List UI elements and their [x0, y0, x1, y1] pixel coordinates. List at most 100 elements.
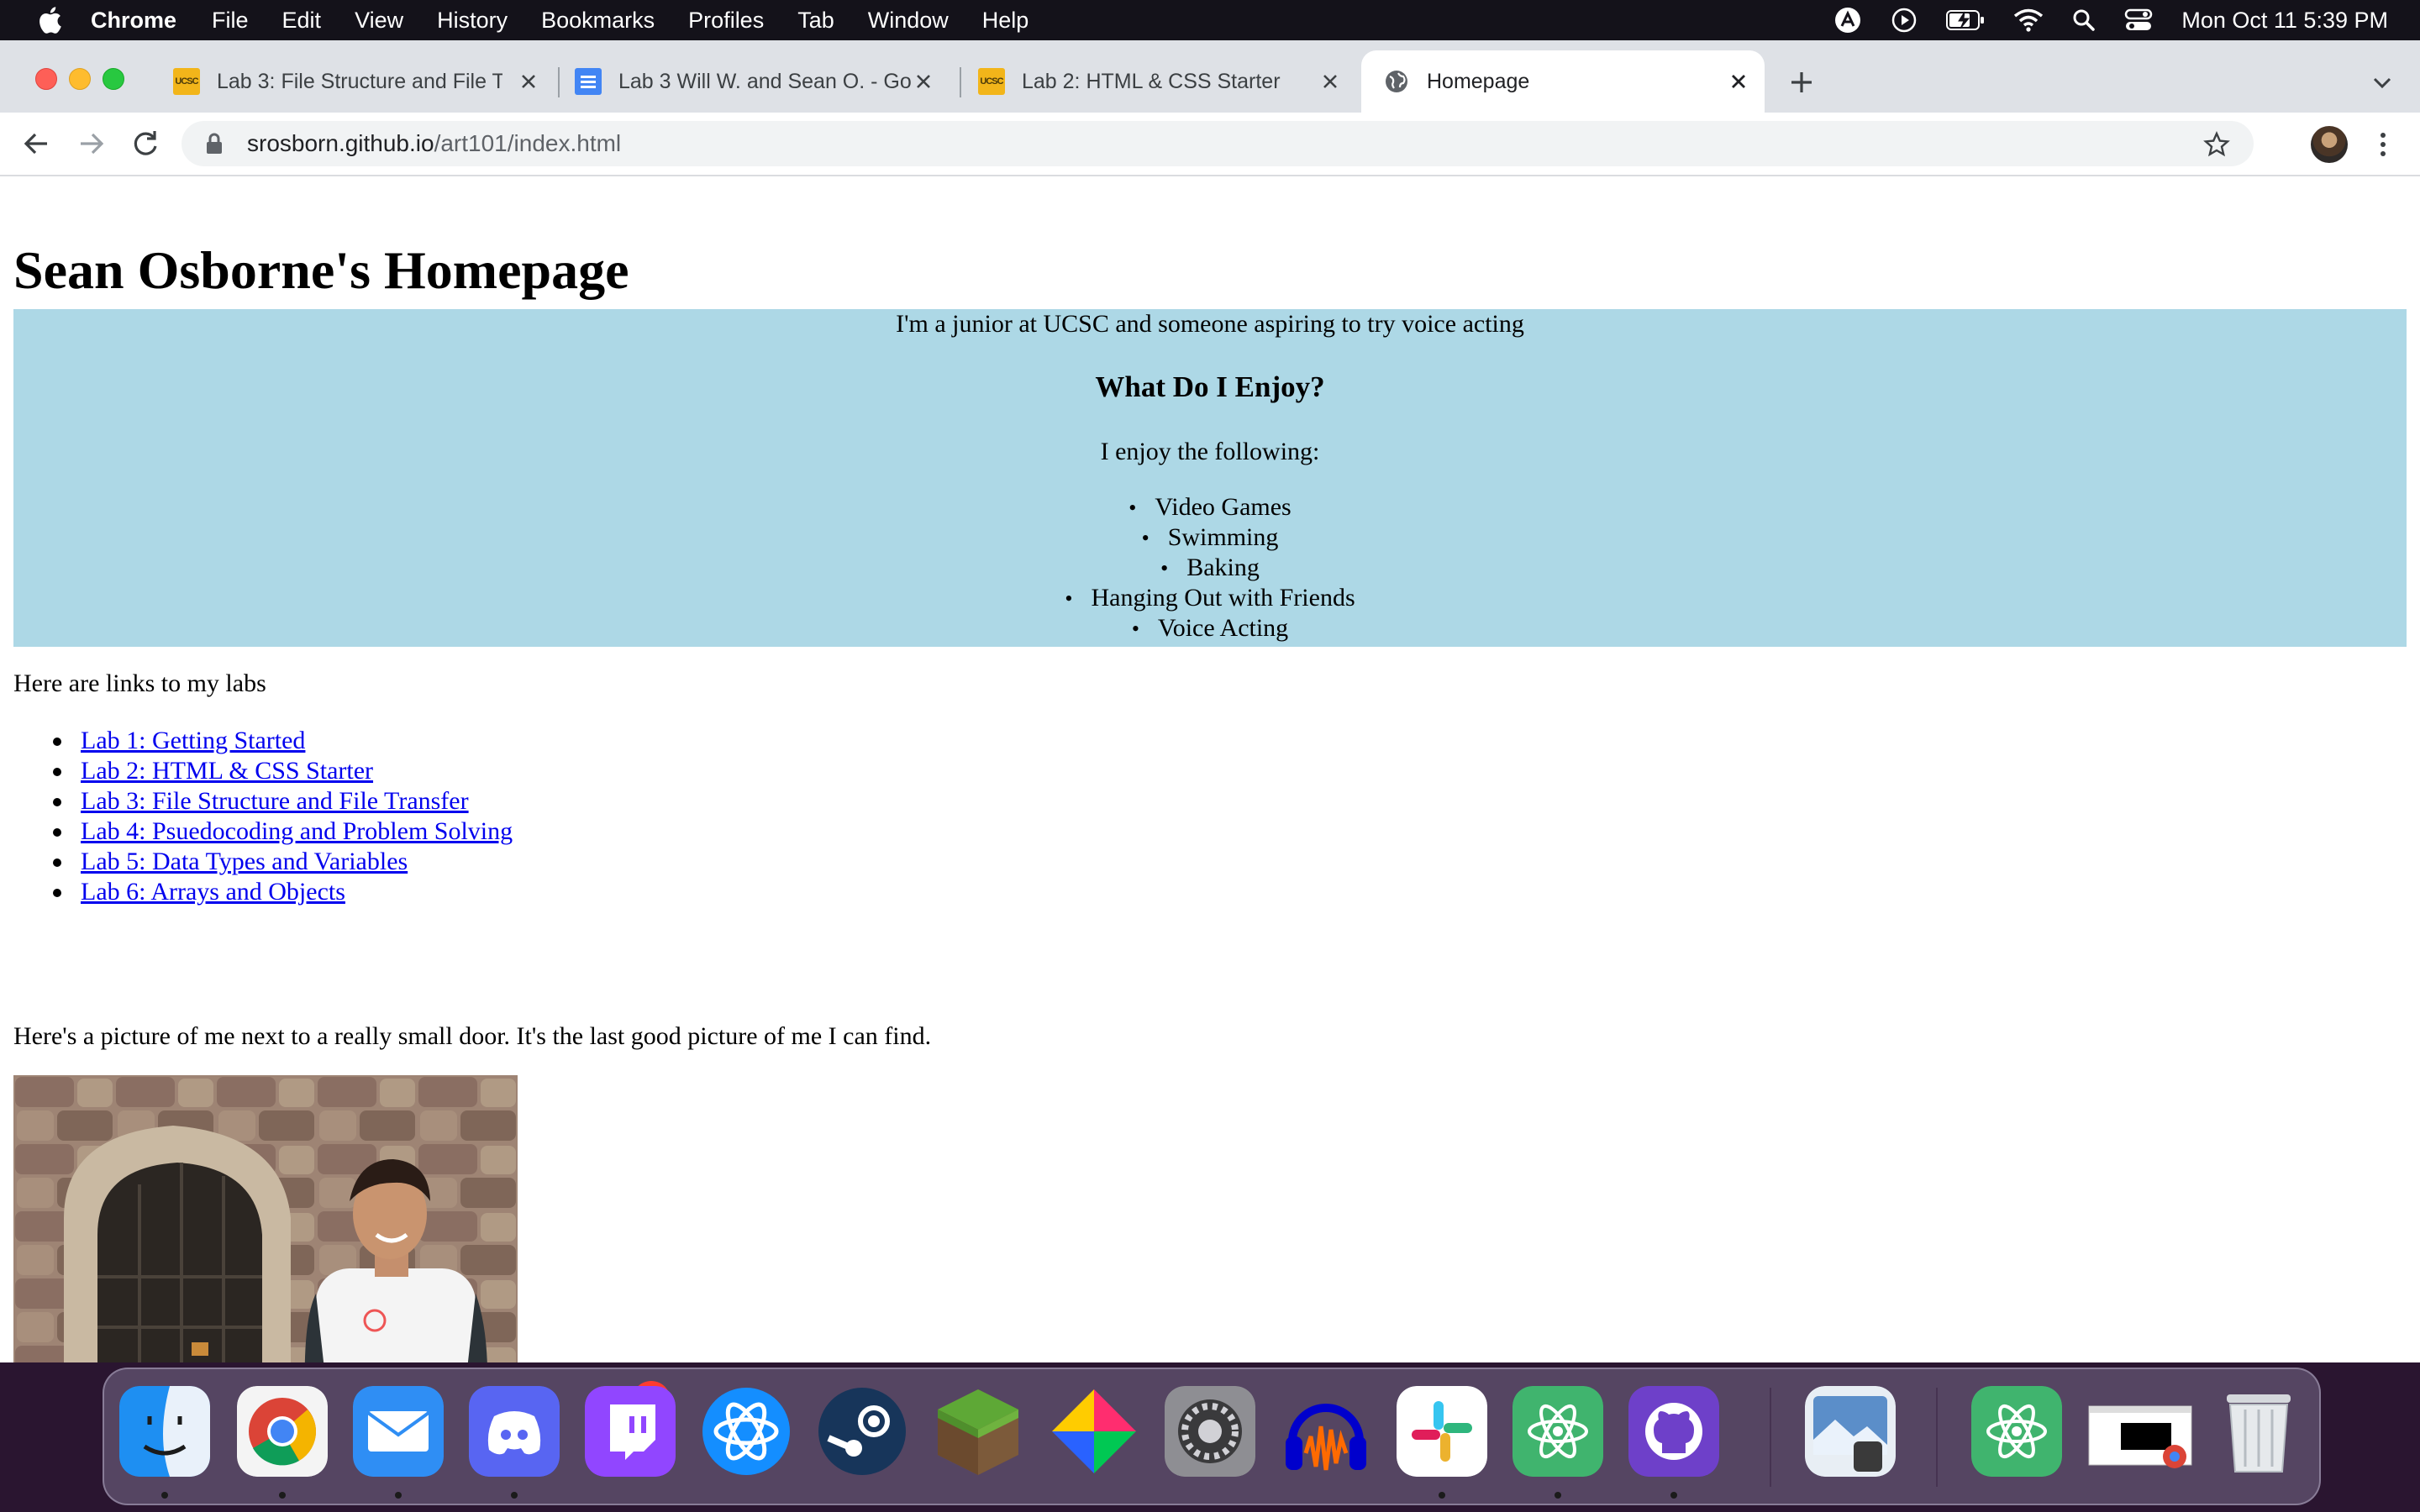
tab-homepage[interactable]: Homepage: [1361, 50, 1765, 113]
running-indicator: [279, 1492, 286, 1499]
lab-list-item: Lab 5: Data Types and Variables: [13, 847, 513, 877]
close-tab-icon[interactable]: [1728, 71, 1749, 92]
preview-icon[interactable]: [1805, 1386, 1896, 1477]
tab-title: Lab 3 Will W. and Sean O. - Go: [618, 69, 912, 93]
window-thumbnail-icon[interactable]: [2087, 1386, 2193, 1477]
hobby-item: Hanging Out with Friends: [13, 583, 2407, 613]
labs-list: Lab 1: Getting Started Lab 2: HTML & CSS…: [13, 726, 513, 907]
close-tab-icon[interactable]: [518, 71, 539, 92]
menu-history[interactable]: History: [437, 8, 508, 34]
lab-6-link[interactable]: Lab 6: Arrays and Objects: [81, 878, 345, 906]
close-tab-icon[interactable]: [1319, 71, 1341, 92]
macos-menu-bar: Chrome File Edit View History Bookmarks …: [0, 0, 2420, 40]
enjoy-intro-text: I enjoy the following:: [1100, 438, 1320, 465]
tab-lab2-html-css[interactable]: UCSC Lab 2: HTML & CSS Starter: [978, 50, 1356, 113]
slack-icon[interactable]: [1397, 1386, 1487, 1477]
intro-text: I'm a junior at UCSC and someone aspirin…: [896, 310, 1524, 338]
chrome-icon[interactable]: [237, 1386, 328, 1477]
dock-divider: [1936, 1388, 1938, 1487]
trash-icon[interactable]: [2213, 1386, 2304, 1477]
about-me-section: I'm a junior at UCSC and someone aspirin…: [13, 309, 2407, 647]
kodi-like-icon[interactable]: [1049, 1386, 1139, 1477]
close-window-button[interactable]: [35, 68, 57, 90]
chrome-window: UCSC Lab 3: File Structure and File Tr L…: [0, 40, 2420, 1362]
labs-intro-text: Here are links to my labs: [13, 669, 266, 697]
battlenet-icon[interactable]: [701, 1386, 792, 1477]
minimize-window-button[interactable]: [69, 68, 91, 90]
url-path: /art101/index.html: [434, 130, 622, 156]
steam-icon[interactable]: [817, 1386, 908, 1477]
new-tab-plus-icon[interactable]: [1785, 66, 1818, 99]
menu-bookmarks[interactable]: Bookmarks: [541, 8, 655, 34]
hobby-item: Video Games: [13, 492, 2407, 522]
tab-search-chevron-down-icon[interactable]: [2370, 71, 2395, 96]
github-desktop-icon[interactable]: [1628, 1386, 1719, 1477]
close-tab-icon[interactable]: [913, 71, 934, 92]
menu-tab[interactable]: Tab: [797, 8, 834, 34]
menu-window[interactable]: Window: [868, 8, 949, 34]
zoom-window-button[interactable]: [103, 68, 124, 90]
lab-4-link[interactable]: Lab 4: Psuedocoding and Problem Solving: [81, 817, 513, 845]
google-docs-favicon-icon: [575, 68, 602, 95]
audacity-icon[interactable]: [1281, 1386, 1371, 1477]
tab-lab3-google-doc[interactable]: Lab 3 Will W. and Sean O. - Go: [575, 50, 950, 113]
lab-3-link[interactable]: Lab 3: File Structure and File Transfer: [81, 787, 469, 815]
ucsc-favicon-icon: UCSC: [173, 68, 200, 95]
discord-icon[interactable]: [469, 1386, 560, 1477]
back-arrow-icon[interactable]: [20, 128, 52, 160]
menu-profiles[interactable]: Profiles: [688, 8, 764, 34]
lab-5-link[interactable]: Lab 5: Data Types and Variables: [81, 848, 408, 875]
menu-help[interactable]: Help: [982, 8, 1029, 34]
lab-list-item: Lab 3: File Structure and File Transfer: [13, 786, 513, 816]
minecraft-icon[interactable]: [933, 1386, 1023, 1477]
hobby-item: Swimming: [13, 522, 2407, 553]
address-bar[interactable]: srosborn.github.io/art101/index.html: [182, 121, 2254, 166]
lab-list-item: Lab 1: Getting Started: [13, 726, 513, 756]
spotlight-search-icon[interactable]: [2072, 8, 2096, 32]
bookmark-star-icon[interactable]: [2203, 131, 2230, 158]
menu-view[interactable]: View: [355, 8, 403, 34]
menu-app-name[interactable]: Chrome: [91, 8, 176, 34]
battery-icon[interactable]: [1946, 9, 1985, 31]
menubar-clock[interactable]: Mon Oct 11 5:39 PM: [2181, 8, 2388, 34]
lab-1-link[interactable]: Lab 1: Getting Started: [81, 727, 305, 754]
dock-divider: [1770, 1388, 1771, 1487]
url-host: srosborn.github.io: [247, 130, 434, 156]
play-status-icon[interactable]: [1891, 7, 1918, 34]
apple-logo-icon[interactable]: [37, 6, 62, 34]
tab-title: Lab 3: File Structure and File Tr: [217, 69, 502, 93]
hobby-item: Voice Acting: [13, 613, 2407, 643]
browser-toolbar: srosborn.github.io/art101/index.html: [0, 113, 2420, 176]
twitch-icon[interactable]: [585, 1386, 676, 1477]
adobe-status-icon[interactable]: [1833, 6, 1862, 34]
more-options-kebab-icon[interactable]: [2373, 129, 2393, 160]
forward-arrow-icon[interactable]: [76, 128, 108, 160]
tab-title: Homepage: [1427, 69, 1530, 93]
lab-list-item: Lab 2: HTML & CSS Starter: [13, 756, 513, 786]
reload-icon[interactable]: [129, 128, 161, 160]
running-indicator: [1439, 1492, 1445, 1499]
system-preferences-icon[interactable]: [1165, 1386, 1255, 1477]
atom-icon[interactable]: [1512, 1386, 1603, 1477]
lab-list-item: Lab 4: Psuedocoding and Problem Solving: [13, 816, 513, 847]
running-indicator: [161, 1492, 168, 1499]
atom-downloads-icon[interactable]: [1971, 1386, 2062, 1477]
web-page-content: Sean Osborne's Homepage I'm a junior at …: [0, 176, 2420, 1362]
finder-icon[interactable]: [119, 1386, 210, 1477]
running-indicator: [395, 1492, 402, 1499]
macos-dock: •: [103, 1368, 2321, 1505]
tab-strip: UCSC Lab 3: File Structure and File Tr L…: [0, 40, 2420, 113]
wifi-icon[interactable]: [2013, 8, 2044, 32]
lock-icon[interactable]: [205, 132, 224, 155]
profile-avatar[interactable]: [2311, 126, 2348, 163]
menu-edit[interactable]: Edit: [282, 8, 322, 34]
menu-file[interactable]: File: [212, 8, 249, 34]
tab-lab3-file-structure[interactable]: UCSC Lab 3: File Structure and File Tr: [173, 50, 555, 113]
control-center-icon[interactable]: [2124, 8, 2153, 32]
lab-2-link[interactable]: Lab 2: HTML & CSS Starter: [81, 757, 373, 785]
mail-icon[interactable]: [353, 1386, 444, 1477]
hobby-item: Baking: [13, 553, 2407, 583]
ucsc-favicon-icon: UCSC: [978, 68, 1005, 95]
tab-title: Lab 2: HTML & CSS Starter: [1022, 69, 1281, 93]
lab-list-item: Lab 6: Arrays and Objects: [13, 877, 513, 907]
